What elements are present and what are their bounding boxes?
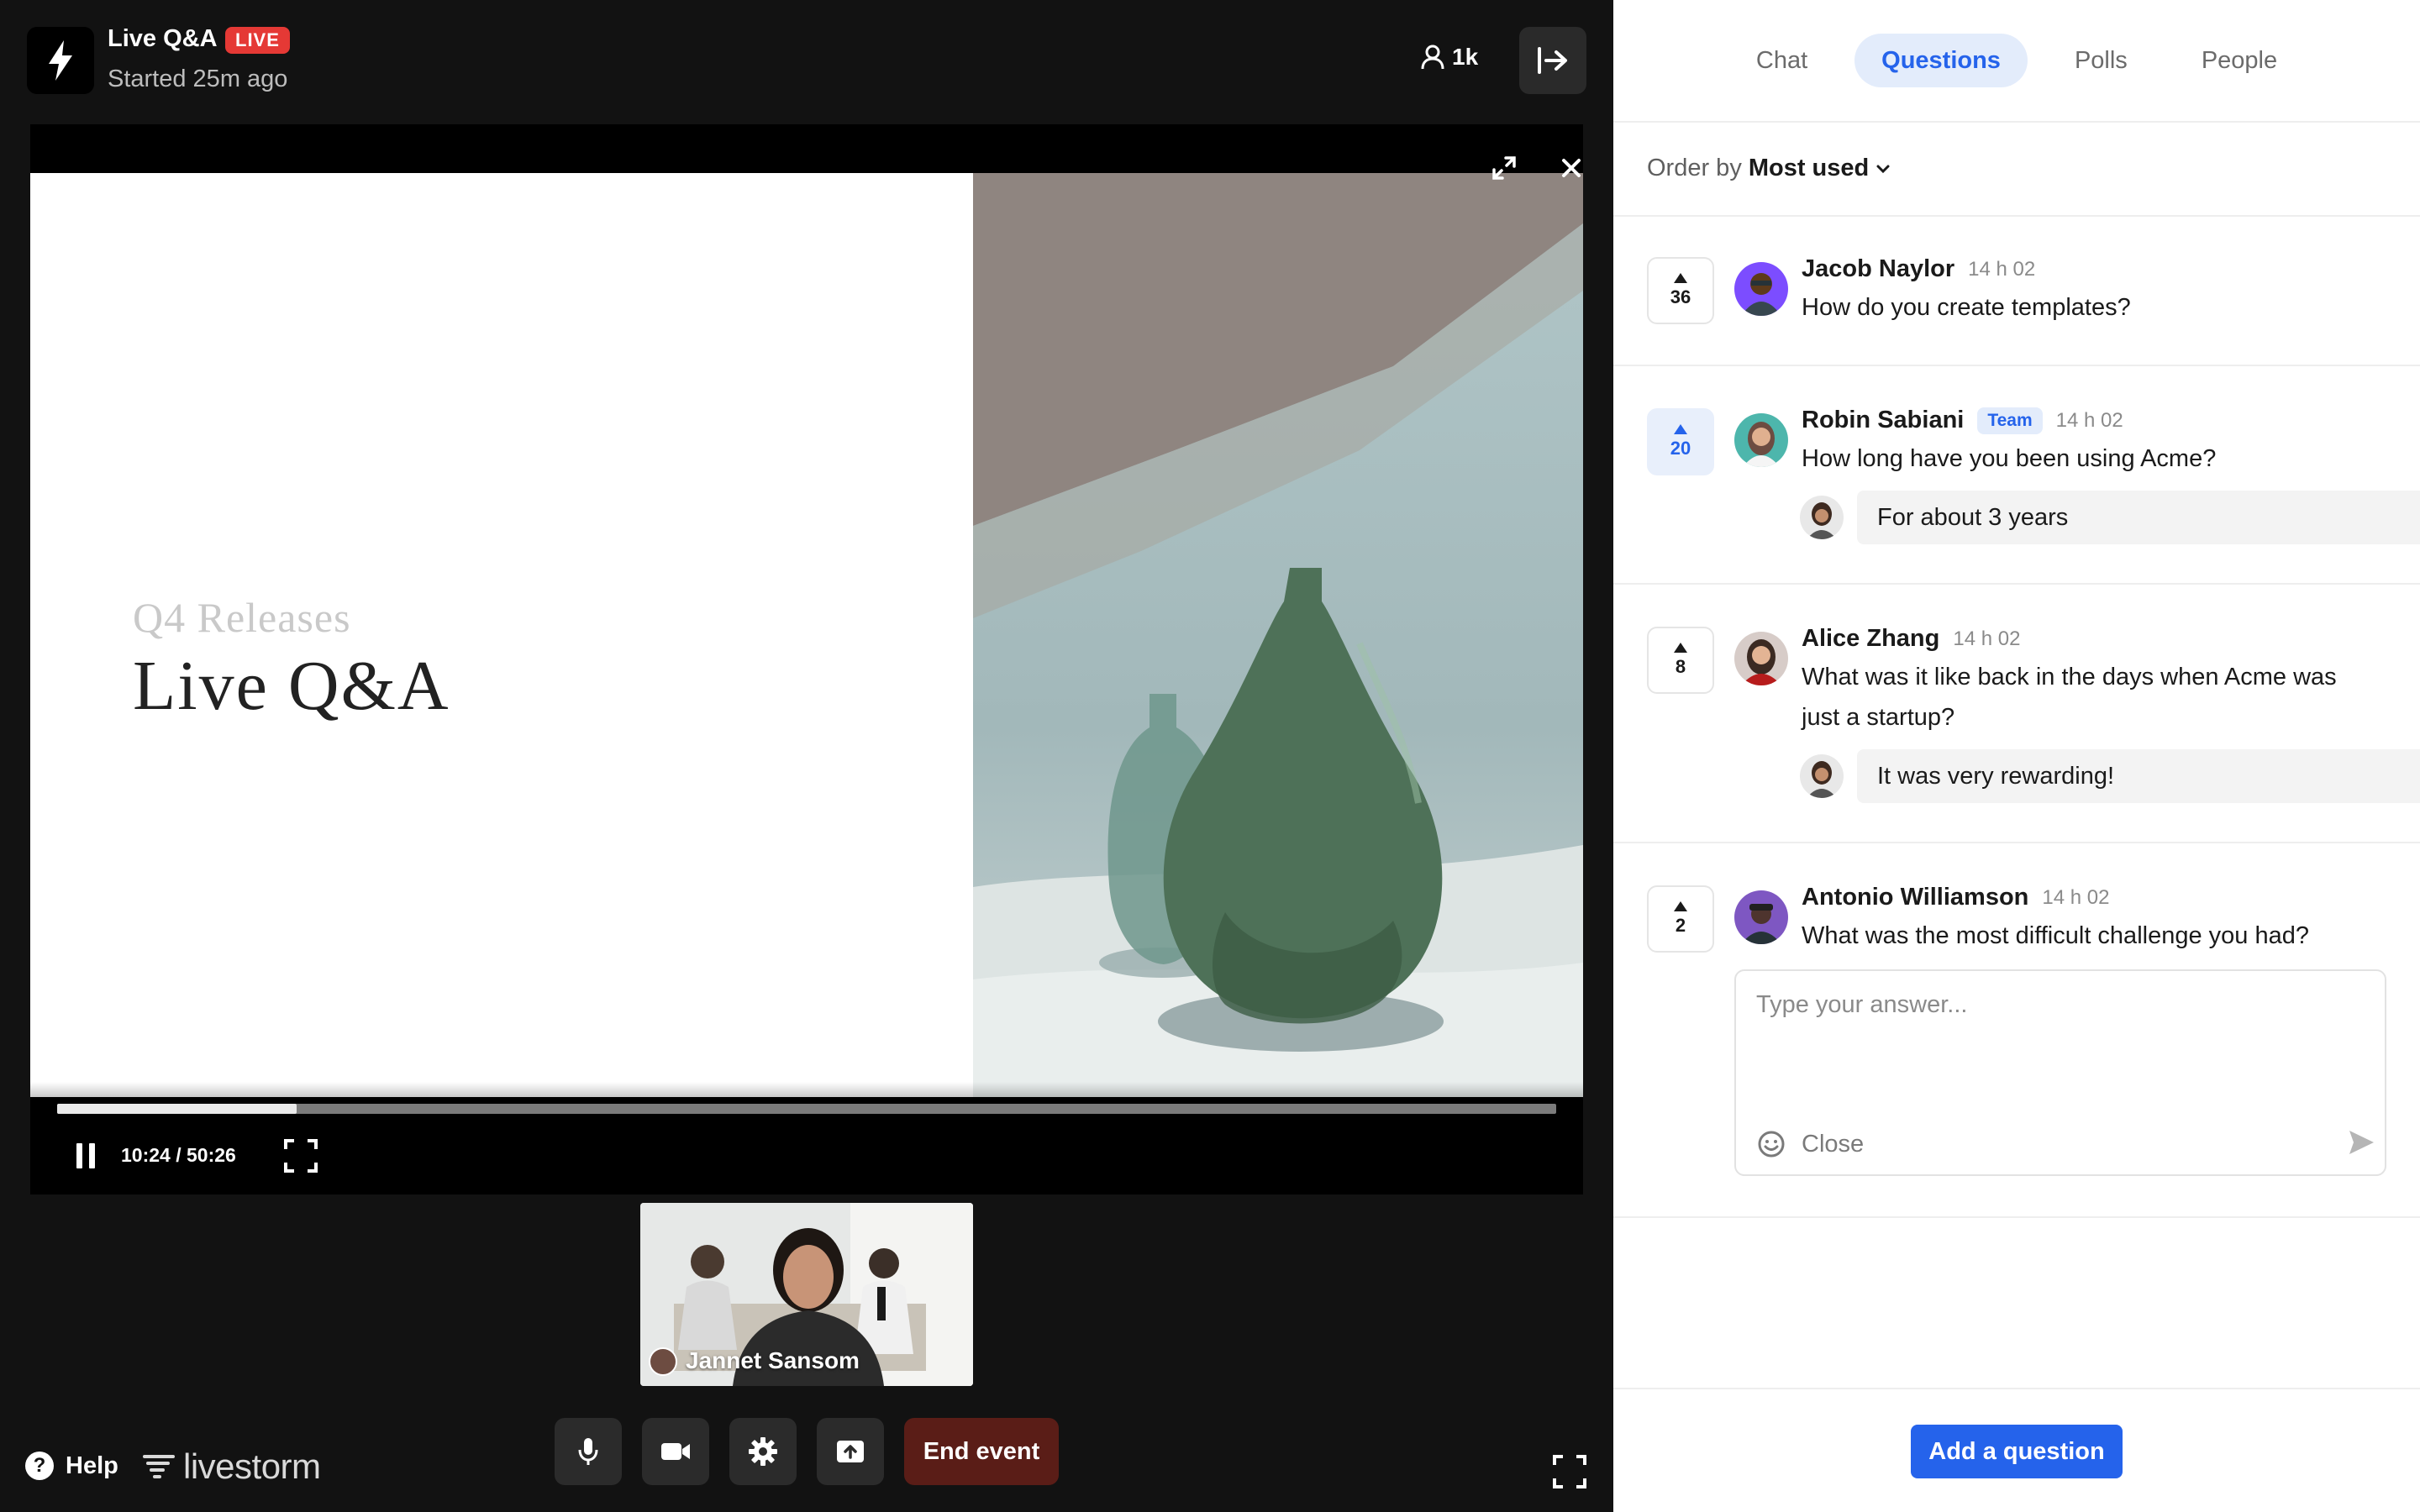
tab-questions[interactable]: Questions	[1854, 34, 2028, 87]
viewer-count-label: 1k	[1452, 44, 1479, 70]
help-button[interactable]: ? Help	[25, 1452, 118, 1480]
speaker-name: Jannet Sansom	[686, 1347, 860, 1373]
upvote-button[interactable]: 20	[1647, 408, 1714, 475]
live-badge: LIVE	[225, 27, 290, 54]
expand-icon[interactable]	[1486, 150, 1523, 186]
question-author: Robin Sabiani Team 14 h 02	[1802, 407, 2123, 434]
settings-button[interactable]	[729, 1418, 797, 1485]
question-time: 14 h 02	[2055, 408, 2123, 432]
send-icon[interactable]	[2346, 1127, 2376, 1158]
presentation-slide: Q4 Releases Live Q&A	[30, 173, 1583, 1097]
time-readout: 10:24 / 50:26	[121, 1144, 236, 1166]
microphone-button[interactable]	[555, 1418, 622, 1485]
order-by-label: Order by	[1647, 155, 1742, 181]
brand-logo: livestorm	[143, 1446, 321, 1487]
event-started: Started 25m ago	[108, 66, 288, 92]
question-author: Antonio Williamson 14 h 02	[1802, 884, 2110, 911]
question-text: How long have you been using Acme?	[1802, 445, 2217, 472]
answer-avatar	[1800, 754, 1844, 798]
team-badge: Team	[1977, 407, 2043, 434]
fullscreen-icon[interactable]	[282, 1137, 319, 1174]
question-time: 14 h 02	[1968, 257, 2036, 281]
share-screen-icon	[837, 1441, 864, 1462]
answer: It was very rewarding!	[1800, 749, 2420, 803]
exit-button[interactable]	[1519, 27, 1586, 94]
settings-icon	[749, 1437, 777, 1466]
question-time: 14 h 02	[2042, 885, 2110, 909]
camera-icon	[661, 1443, 690, 1460]
help-icon: ?	[25, 1452, 54, 1480]
answer-text: For about 3 years	[1857, 491, 2420, 544]
speaker-avatar	[649, 1347, 677, 1376]
side-panel: Chat Questions Polls People Order by Mos…	[1613, 0, 2420, 1512]
avatar	[1734, 262, 1788, 316]
stage: Live Q&A LIVE Started 25m ago 1k Q4 Rele…	[0, 0, 1613, 1512]
close-icon[interactable]	[1553, 150, 1583, 186]
person-icon	[1421, 45, 1444, 70]
speaker-video-tile[interactable]: Jannet Sansom	[640, 1203, 973, 1386]
answer-avatar	[1800, 496, 1844, 539]
share-screen-button[interactable]	[817, 1418, 884, 1485]
question-text: What was the most difficult challenge yo…	[1802, 922, 2309, 949]
upvote-arrow-icon	[1674, 643, 1687, 653]
brand-name: livestorm	[183, 1446, 321, 1486]
vote-count: 8	[1675, 656, 1686, 677]
question-text: What was it like back in the days when A…	[1802, 664, 2337, 731]
question-author: Alice Zhang 14 h 02	[1802, 625, 2021, 652]
bolt-icon[interactable]	[27, 27, 94, 94]
tab-people[interactable]: People	[2175, 34, 2304, 87]
answer-input[interactable]	[1756, 991, 2344, 1019]
avatar	[1734, 632, 1788, 685]
stage-fullscreen-icon[interactable]	[1551, 1453, 1588, 1490]
add-question-button[interactable]: Add a question	[1911, 1425, 2123, 1478]
upvote-button[interactable]: 2	[1647, 885, 1714, 953]
event-title: Live Q&A	[108, 25, 218, 52]
answer-composer: Close	[1734, 969, 2386, 1176]
vote-count: 2	[1675, 915, 1686, 936]
order-by-dropdown[interactable]: Order by Most used	[1647, 155, 1891, 182]
question-text: How do you create templates?	[1802, 294, 2131, 321]
upvote-button[interactable]: 8	[1647, 627, 1714, 694]
video-progress-fill	[57, 1104, 297, 1114]
help-label: Help	[66, 1452, 118, 1479]
question-time: 14 h 02	[1953, 627, 2021, 650]
order-by-value: Most used	[1748, 155, 1870, 181]
close-reply-button[interactable]: Close	[1802, 1131, 1864, 1158]
vote-count: 36	[1670, 286, 1691, 307]
question-author: Jacob Naylor 14 h 02	[1802, 255, 2036, 282]
tab-polls[interactable]: Polls	[2048, 34, 2154, 87]
slide-subtitle: Q4 Releases	[133, 594, 351, 641]
chevron-down-icon	[1876, 165, 1890, 173]
microphone-icon	[578, 1438, 598, 1465]
camera-button[interactable]	[642, 1418, 709, 1485]
vote-count: 20	[1670, 438, 1691, 459]
avatar	[1734, 413, 1788, 467]
upvote-button[interactable]: 36	[1647, 257, 1714, 324]
video-progress-bar[interactable]	[57, 1104, 1556, 1114]
end-event-button[interactable]: End event	[904, 1418, 1059, 1485]
livestorm-logo-icon	[143, 1455, 175, 1478]
slide-photo	[973, 173, 1583, 1097]
answer: For about 3 years	[1800, 491, 2420, 544]
exit-icon	[1538, 47, 1567, 74]
tab-chat[interactable]: Chat	[1729, 34, 1834, 87]
emoji-icon[interactable]	[1756, 1129, 1786, 1159]
panel-tabs: Chat Questions Polls People	[1613, 34, 2420, 87]
video-player[interactable]: Q4 Releases Live Q&A 10:24 / 50:26	[30, 124, 1583, 1194]
upvote-arrow-icon	[1674, 273, 1687, 283]
answer-text: It was very rewarding!	[1857, 749, 2420, 803]
upvote-arrow-icon	[1674, 901, 1687, 911]
viewer-count[interactable]: 1k	[1420, 44, 1478, 71]
pause-button[interactable]	[67, 1137, 104, 1174]
upvote-arrow-icon	[1674, 424, 1687, 434]
slide-title: Live Q&A	[133, 647, 450, 725]
avatar	[1734, 890, 1788, 944]
